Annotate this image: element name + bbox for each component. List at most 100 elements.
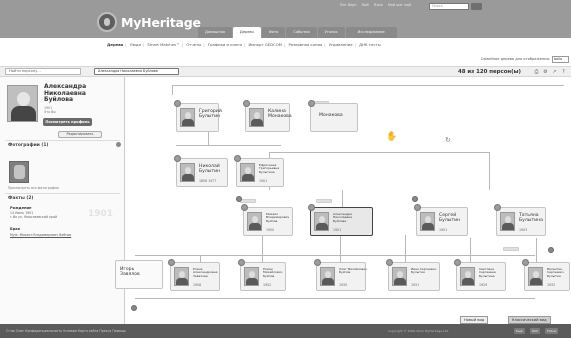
card-gear-icon[interactable] xyxy=(494,204,501,211)
card-gear-icon[interactable] xyxy=(386,259,393,266)
subnav-dna[interactable]: ДНК тесты xyxy=(359,42,381,47)
person-card-svetlana[interactable]: Светлана Сергеевна Булытина 1929 xyxy=(454,259,506,291)
subnav-tree[interactable]: Дерево xyxy=(107,42,123,47)
profile-photo[interactable] xyxy=(7,85,38,122)
tab-events[interactable]: События xyxy=(286,27,317,38)
classic-view-button[interactable]: Классический вид xyxy=(508,316,551,324)
subnav-manage[interactable]: Управление xyxy=(329,42,353,47)
person-card-oleg[interactable]: Олег Михайлович Буйлов 1930 xyxy=(314,259,367,291)
app-root: Пит Бёрн Мой Язык Мой шаг мой Поиск MyHe… xyxy=(0,0,571,338)
family-tree-select[interactable]: bollo xyxy=(552,56,569,63)
expand-icon[interactable] xyxy=(131,305,137,311)
refresh-icon[interactable]: ↻ xyxy=(445,136,451,144)
card-gear-icon[interactable] xyxy=(308,204,315,211)
tab-home[interactable]: Домашняя xyxy=(198,27,232,38)
person-card-sergei[interactable]: Сергей Булытин 1901 xyxy=(414,204,468,236)
site-logo[interactable]: MyHeritage xyxy=(97,12,201,32)
top-link-language[interactable]: Язык xyxy=(374,3,383,7)
add-parent-placeholder[interactable] xyxy=(240,199,256,203)
print-icon[interactable]: ⎙ xyxy=(533,69,540,75)
subnav-backup[interactable]: Резервная копия xyxy=(288,42,322,47)
subnav-people[interactable]: Люди xyxy=(130,42,141,47)
person-card-roman[interactable]: Роман Михайлович Буйлов 1952 xyxy=(238,259,286,291)
footer-more-button[interactable]: Ещё xyxy=(514,328,525,334)
person-card-elena[interactable]: Елена Александровна Завялова 1908 xyxy=(168,259,220,291)
share-icon[interactable]: ↗ xyxy=(551,69,558,75)
top-link-misc[interactable]: Мой шаг мой xyxy=(388,3,411,7)
person-card-tatiana[interactable]: Татьяна Булытина 1903 xyxy=(494,204,546,236)
top-link-account[interactable]: Мой xyxy=(362,3,369,7)
gear-icon[interactable] xyxy=(116,142,121,147)
person-card-ivan[interactable]: Иван Сергеевич Булытин 1931 xyxy=(386,259,440,291)
help-icon[interactable]: ? xyxy=(560,69,567,75)
person-name: Михаил Владимирович Буйлов xyxy=(266,212,290,223)
tab-photos[interactable]: Фото xyxy=(261,27,286,38)
view-profile-button[interactable]: Посмотреть профиль xyxy=(43,118,92,126)
edit-profile-button[interactable]: Редактировать xyxy=(58,131,102,138)
avatar xyxy=(180,108,195,127)
top-search-input[interactable]: Поиск xyxy=(429,3,469,10)
connector-line xyxy=(489,152,490,190)
person-card-grigoriy[interactable]: Григорий Булытин xyxy=(174,100,222,132)
settings-icon[interactable]: ⚙ xyxy=(542,69,549,75)
card-gear-icon[interactable] xyxy=(414,204,421,211)
expand-icon[interactable] xyxy=(548,247,554,253)
card-gear-icon[interactable] xyxy=(238,259,245,266)
footer-links[interactable]: О нас Блог Конфиденциальность Условия Ка… xyxy=(6,329,126,333)
person-name: Николай Булытин xyxy=(199,164,221,174)
card-gear-icon[interactable] xyxy=(174,100,181,107)
connector-line xyxy=(470,238,471,265)
rss-icon[interactable]: RSS xyxy=(530,328,540,334)
avatar xyxy=(320,267,335,286)
avatar xyxy=(174,267,189,286)
avatar xyxy=(528,267,543,286)
person-dates: 1903 xyxy=(519,228,528,232)
person-dates: 1901 xyxy=(259,179,268,183)
person-card-aleksandra[interactable]: Александра Николаевна Буйлова 1901 xyxy=(308,204,373,236)
card-gear-icon[interactable] xyxy=(454,259,461,266)
divider xyxy=(5,193,120,194)
person-card-valentin[interactable]: Валентин Сергеевич Булытин 1932 xyxy=(522,259,570,291)
person-card-mikhail[interactable]: Михаил Владимирович Буйлов 1950 xyxy=(241,204,293,236)
expand-icon[interactable] xyxy=(236,196,242,202)
card-gear-icon[interactable] xyxy=(308,100,315,107)
connector-line xyxy=(135,255,535,256)
person-card-kalina[interactable]: Калина Монакова xyxy=(243,100,292,132)
photos-heading[interactable]: Фотографии (1) xyxy=(8,143,48,148)
new-view-button[interactable]: Новый вид xyxy=(460,316,489,324)
top-link-user[interactable]: Пит Бёрн xyxy=(340,3,357,7)
tab-research[interactable]: Исследование xyxy=(345,27,397,38)
card-gear-icon[interactable] xyxy=(241,204,248,211)
connector-line xyxy=(536,238,537,265)
spouse-link[interactable]: Муж: Михаил Владимирович Вейнов xyxy=(10,233,71,237)
photo-thumbnail[interactable] xyxy=(9,161,29,183)
subnav-charts[interactable]: Графики и книги xyxy=(208,42,242,47)
tab-tree[interactable]: Дерево xyxy=(232,27,261,38)
follow-button[interactable]: Follow xyxy=(545,328,559,334)
top-search-button[interactable] xyxy=(471,3,482,10)
subnav-import[interactable]: Импорт GEDCOM xyxy=(248,42,282,47)
all-photos-link[interactable]: Просмотреть все фотографии xyxy=(8,186,59,190)
breadcrumb[interactable]: Александра Николаевна Буйлова xyxy=(94,68,179,75)
subnav-smart-matches[interactable]: Smart Matches™ xyxy=(147,42,179,47)
add-person-placeholder[interactable] xyxy=(503,247,519,251)
person-card-efrosinia[interactable]: Ефросинья Григорьевна Булытина 1901 xyxy=(234,155,284,187)
facts-heading[interactable]: Факты (2) xyxy=(8,196,33,201)
person-card-monakova[interactable]: Монакова xyxy=(308,100,358,132)
person-card-nikolai[interactable]: Николай Булытин 1856 1977 xyxy=(174,155,228,187)
expand-icon[interactable] xyxy=(412,196,418,202)
subnav-reports[interactable]: Отчеты xyxy=(186,42,201,47)
card-gear-icon[interactable] xyxy=(174,155,181,162)
card-gear-icon[interactable] xyxy=(243,100,250,107)
avatar xyxy=(420,212,435,231)
card-gear-icon[interactable] xyxy=(522,259,529,266)
people-count: 48 из 120 персон(ы) xyxy=(458,69,521,75)
person-card-igor[interactable]: Игорь Завялов xyxy=(115,260,163,289)
add-parent-placeholder[interactable] xyxy=(316,199,332,203)
find-person-input[interactable]: Найти персону... xyxy=(5,68,81,75)
card-gear-icon[interactable] xyxy=(168,259,175,266)
card-gear-icon[interactable] xyxy=(234,155,241,162)
person-name: Игорь Завялов xyxy=(120,267,140,277)
card-gear-icon[interactable] xyxy=(314,259,321,266)
tab-corner[interactable]: Уголок xyxy=(317,27,345,38)
